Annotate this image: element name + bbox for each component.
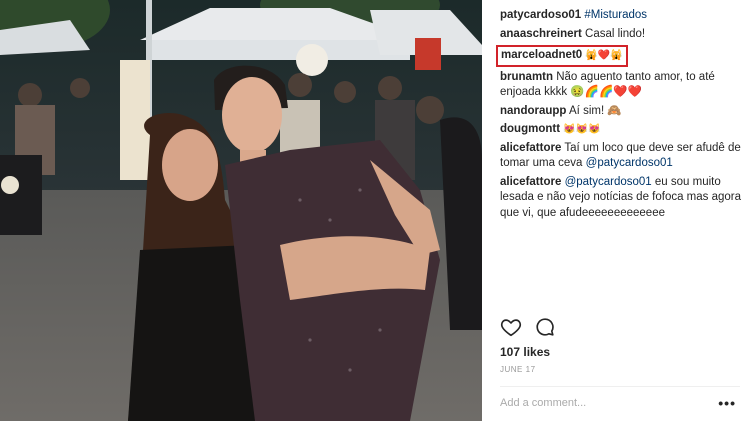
heart-outline-icon[interactable] [500, 316, 522, 338]
caption-username[interactable]: patycardoso01 [500, 9, 581, 21]
add-comment-input[interactable] [500, 397, 700, 409]
comment-username[interactable]: brunamtn [500, 71, 553, 83]
comment-mention[interactable]: @patycardoso01 [586, 157, 673, 169]
comment-username[interactable]: anaaschreinert [500, 28, 582, 40]
comment-text: Casal lindo! [585, 27, 646, 40]
more-options-button[interactable]: ••• [718, 395, 736, 411]
comments-list: patycardoso01 #Misturados anaaschreinert… [496, 8, 746, 224]
post-photo [0, 0, 482, 421]
comment-mention[interactable]: @patycardoso01 [565, 176, 652, 188]
post-side-panel: patycardoso01 #Misturados anaaschreinert… [482, 0, 750, 421]
post-actions [500, 316, 556, 338]
comment-username[interactable]: alicefattore [500, 176, 561, 188]
comment-username[interactable]: marceloadnet0 [501, 49, 582, 61]
comment-item: dougmontt 😻😻😻 [500, 122, 746, 138]
comment-item-highlighted: marceloadnet0 🙀❤️🙀 [496, 45, 746, 67]
caption: patycardoso01 #Misturados [500, 8, 746, 24]
comment-text: 🙀❤️🙀 [585, 50, 623, 61]
comment-item: brunamtn Não aguento tanto amor, to até … [500, 70, 746, 101]
comment-item: nandoraupp Aí sim! 🙈 [500, 104, 746, 120]
post-date: JUNE 17 [500, 365, 536, 374]
comment-item: anaaschreinert Casal lindo! [500, 27, 746, 43]
speech-bubble-icon[interactable] [534, 316, 556, 338]
divider [500, 386, 740, 387]
comment-item: alicefattore @patycardoso01 eu sou muito… [500, 175, 746, 222]
likes-count[interactable]: 107 likes [500, 345, 550, 359]
comment-text: 😻😻😻 [563, 124, 601, 135]
comment-username[interactable]: dougmontt [500, 123, 560, 135]
comment-username[interactable]: alicefattore [500, 142, 561, 154]
comment-text: Aí sim! 🙈 [569, 104, 622, 117]
highlight-box: marceloadnet0 🙀❤️🙀 [496, 45, 628, 67]
caption-hashtag[interactable]: #Misturados [584, 9, 647, 21]
photo-illustration [0, 0, 482, 421]
instagram-post: patycardoso01 #Misturados anaaschreinert… [0, 0, 750, 421]
comment-username[interactable]: nandoraupp [500, 105, 566, 117]
comment-item: alicefattore Taí um loco que deve ser af… [500, 141, 746, 172]
